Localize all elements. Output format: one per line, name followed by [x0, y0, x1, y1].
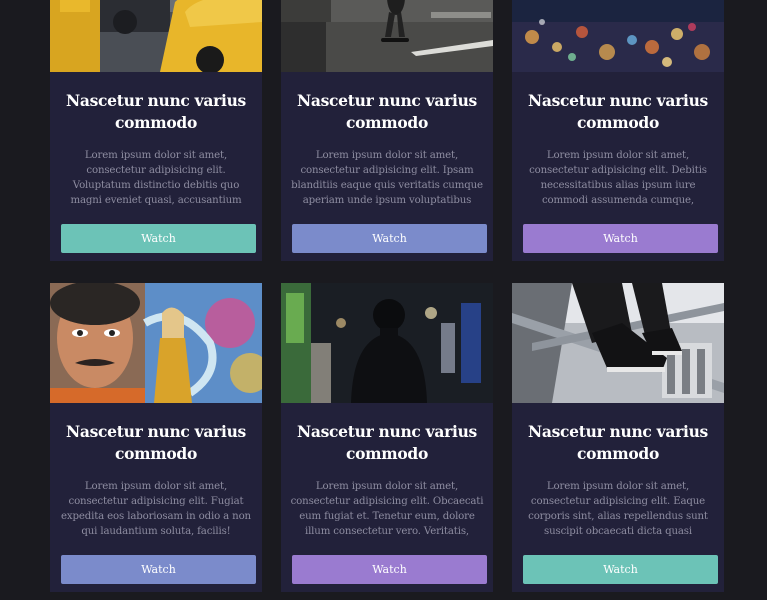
card: Nascetur nunc varius commodo Lorem ipsum… [512, 283, 724, 592]
sneakers-stairs-photo[interactable] [512, 283, 724, 403]
page: Nascetur nunc varius commodo Lorem ipsum… [0, 0, 767, 600]
card: Nascetur nunc varius commodo Lorem ipsum… [512, 0, 724, 261]
watch-button[interactable]: Watch [61, 555, 256, 584]
card: Nascetur nunc varius commodo Lorem ipsum… [281, 283, 493, 592]
card-title: Nascetur nunc varius commodo [297, 422, 477, 463]
skateboarder-photo[interactable] [281, 0, 493, 72]
card-description: Lorem ipsum dolor sit amet, consectetur … [291, 150, 483, 206]
taxi-street-photo[interactable] [50, 0, 262, 72]
watch-button[interactable]: Watch [292, 555, 487, 584]
card-description: Lorem ipsum dolor sit amet, consectetur … [529, 150, 707, 206]
card-title: Nascetur nunc varius commodo [66, 91, 246, 132]
card-description: Lorem ipsum dolor sit amet, consectetur … [290, 481, 484, 537]
watch-button[interactable]: Watch [292, 224, 487, 253]
graffiti-wall-photo[interactable] [50, 283, 262, 403]
card-title: Nascetur nunc varius commodo [528, 91, 708, 132]
watch-button[interactable]: Watch [523, 555, 718, 584]
card-title: Nascetur nunc varius commodo [66, 422, 246, 463]
card-title: Nascetur nunc varius commodo [297, 91, 477, 132]
night-street-silhouette-photo[interactable] [281, 283, 493, 403]
card-description: Lorem ipsum dolor sit amet, consectetur … [61, 481, 251, 537]
card: Nascetur nunc varius commodo Lorem ipsum… [50, 0, 262, 261]
watch-button[interactable]: Watch [523, 224, 718, 253]
city-lights-bokeh-photo[interactable] [512, 0, 724, 72]
card: Nascetur nunc varius commodo Lorem ipsum… [50, 283, 262, 592]
watch-button[interactable]: Watch [61, 224, 256, 253]
card-description: Lorem ipsum dolor sit amet, consectetur … [70, 150, 242, 206]
card: Nascetur nunc varius commodo Lorem ipsum… [281, 0, 493, 261]
card-title: Nascetur nunc varius commodo [528, 422, 708, 463]
card-grid: Nascetur nunc varius commodo Lorem ipsum… [50, 0, 724, 592]
card-description: Lorem ipsum dolor sit amet, consectetur … [528, 481, 708, 537]
